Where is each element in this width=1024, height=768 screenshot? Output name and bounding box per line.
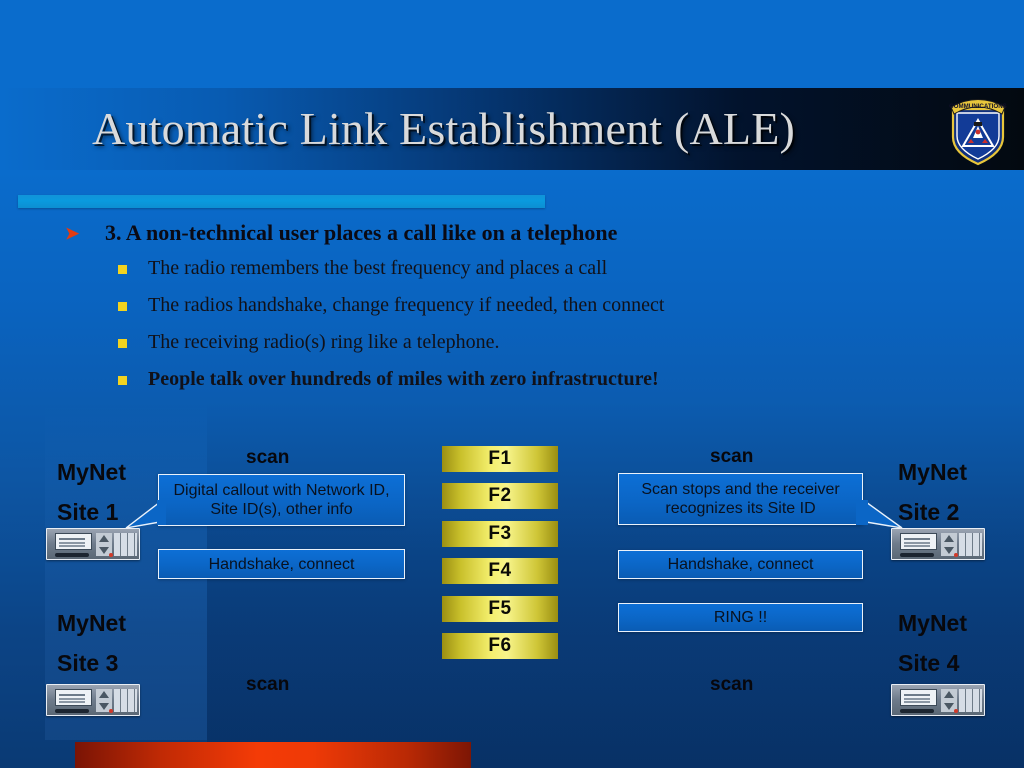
scan-label-left-top: scan [246,447,290,468]
square-bullet-icon [118,376,127,385]
bullet-level2-2: The radios handshake, change frequency i… [110,287,1024,324]
slide-canvas: Automatic Link Establishment (ALE) COMMU… [0,0,1024,768]
radio-led [109,709,113,713]
red-accent-bar [75,742,471,768]
radio-screen [55,533,92,550]
callout-digital-callout: Digital callout with Network ID, Site ID… [158,474,405,526]
radio-led [109,553,113,557]
site-label-4: MyNet Site 4 [898,609,967,677]
site-name: MyNet [57,459,127,485]
badge-banner-text: COMMUNICATIONS [949,103,1007,110]
scan-label-right-top: scan [710,446,754,467]
bullet-level2-1: The radio remembers the best frequency a… [110,250,1024,287]
site-id: Site 2 [898,499,960,525]
radio-slider [55,709,89,713]
radio-screen [900,689,937,706]
bullet-level1: ➤ 3. A non-technical user places a call … [63,218,1024,250]
bullet-level2-3: The receiving radio(s) ring like a telep… [110,324,1024,361]
square-bullet-icon [118,339,127,348]
site-name: MyNet [898,459,968,485]
radio-led [954,553,958,557]
bullet-level2-4: People talk over hundreds of miles with … [110,361,1024,398]
callout-tail-right [856,500,903,529]
frequency-bar-f5: F5 [442,596,558,622]
radio-slider [55,553,89,557]
callout-text: Handshake, connect [667,556,814,573]
site-label-2: MyNet Site 2 [898,458,967,526]
site-id: Site 1 [57,499,119,525]
radio-screen [55,689,92,706]
communications-badge-icon: COMMUNICATIONS [946,93,1010,167]
bullet-level2-label: People talk over hundreds of miles with … [148,368,659,390]
radio-keypad [959,689,982,712]
frequency-bar-f2: F2 [442,483,558,509]
scan-label-right-bottom: scan [710,674,754,695]
callout-handshake-right: Handshake, connect [618,550,863,579]
callout-handshake-left: Handshake, connect [158,549,405,579]
bullet-level1-label: 3. A non-technical user places a call li… [105,220,618,245]
square-bullet-icon [118,265,127,274]
bullet-list: ➤ 3. A non-technical user places a call … [0,218,1024,398]
square-bullet-icon [118,302,127,311]
callout-text: Handshake, connect [208,555,355,573]
callout-scan-stops: Scan stops and the receiver recognizes i… [618,473,863,525]
callout-text: Scan stops and the receiver recognizes i… [641,481,840,517]
radio-keypad [959,533,982,556]
callout-tail-left [125,500,166,529]
site-id: Site 4 [898,650,960,676]
site-id: Site 3 [57,650,119,676]
frequency-bar-f4: F4 [442,558,558,584]
scan-label-left-bottom: scan [246,674,290,695]
frequency-bar-f1: F1 [442,446,558,472]
bullet-level2-label: The receiving radio(s) ring like a telep… [148,331,500,353]
radio-icon-site-1 [46,528,140,560]
radio-icon-site-2 [891,528,985,560]
radio-slider [900,709,934,713]
frequency-bar-f6: F6 [442,633,558,659]
radio-keypad [114,533,137,556]
site-name: MyNet [898,610,968,636]
page-title: Automatic Link Establishment (ALE) [92,103,796,154]
arrow-bullet-icon: ➤ [65,224,80,243]
accent-bar [18,195,545,208]
frequency-bar-f3: F3 [442,521,558,547]
callout-ring: RING !! [618,603,863,632]
site-name: MyNet [57,610,127,636]
radio-icon-site-4 [891,684,985,716]
radio-icon-site-3 [46,684,140,716]
radio-keypad [114,689,137,712]
site-label-1: MyNet Site 1 [57,458,126,526]
radio-led [954,709,958,713]
bullet-level2-label: The radios handshake, change frequency i… [148,294,665,316]
site-label-3: MyNet Site 3 [57,609,126,677]
callout-text: RING !! [713,609,768,626]
radio-screen [900,533,937,550]
radio-slider [900,553,934,557]
bullet-level2-label: The radio remembers the best frequency a… [148,257,608,279]
callout-text: Digital callout with Network ID, Site ID… [173,482,390,518]
